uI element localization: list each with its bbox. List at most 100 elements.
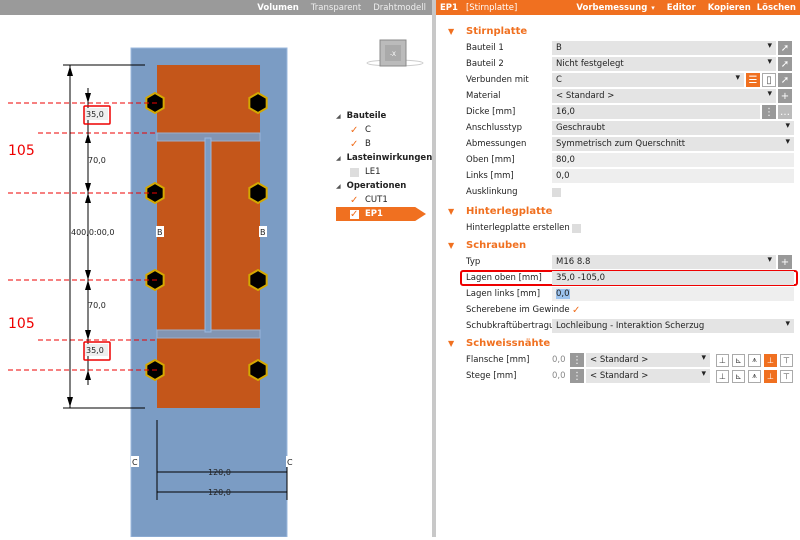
schub-select[interactable]: Lochleibung - Interaktion Scherzug xyxy=(552,319,794,333)
pick-cursor-icon[interactable]: ➚ xyxy=(778,41,792,55)
schraubentyp-select[interactable]: M16 8.8 xyxy=(552,255,776,269)
visibility-checkbox[interactable]: ✓ xyxy=(350,139,359,149)
flange-connect-icon[interactable]: ☰ xyxy=(746,73,760,87)
label-material: Material xyxy=(466,91,501,101)
flansche-select[interactable]: < Standard > xyxy=(586,353,710,367)
annotation-105-bottom: 105 xyxy=(8,316,35,332)
material-select[interactable]: < Standard > xyxy=(552,89,776,103)
more-icon[interactable]: … xyxy=(778,105,792,119)
tree-item[interactable]: LE1 xyxy=(336,165,426,179)
bolt[interactable] xyxy=(248,91,268,115)
expand-icon[interactable]: ◢ xyxy=(336,183,341,190)
pick-cursor-icon[interactable]: ➚ xyxy=(778,73,792,87)
ausklinkung-checkbox[interactable] xyxy=(552,187,561,197)
add-icon[interactable]: + xyxy=(778,89,792,103)
oben-input[interactable]: 80,0 xyxy=(552,153,794,167)
stepper-icon[interactable]: ⋮ xyxy=(762,105,776,119)
tree-item[interactable]: ✓ B xyxy=(336,137,426,151)
view-transparent[interactable]: Transparent xyxy=(311,3,361,13)
tree-group[interactable]: ◢ Bauteile xyxy=(336,109,426,123)
label-stege: Stege [mm] xyxy=(466,371,517,381)
view-cube-label: -X xyxy=(390,51,396,58)
flansche-size[interactable]: 0,0 xyxy=(552,355,570,365)
label-typ: Typ xyxy=(466,257,481,267)
web-connect-icon[interactable]: ▯ xyxy=(762,73,776,87)
pick-cursor-icon[interactable]: ➚ xyxy=(778,57,792,71)
expand-icon[interactable]: ◢ xyxy=(336,113,341,120)
collapse-icon[interactable]: ▼ xyxy=(436,27,466,36)
bolt[interactable] xyxy=(248,268,268,292)
verbunden-select[interactable]: C xyxy=(552,73,744,87)
weld-fillet-icon[interactable]: ⊥ xyxy=(716,369,729,383)
view-drahtmodell[interactable]: Drahtmodell xyxy=(373,3,426,13)
tree-group[interactable]: ◢ Operationen xyxy=(336,179,426,193)
collapse-icon[interactable]: ▼ xyxy=(436,207,466,216)
label-b-right: B xyxy=(260,228,266,237)
tree-item-label: EP1 xyxy=(365,209,383,219)
bolt[interactable] xyxy=(248,358,268,382)
view-cube[interactable]: -X xyxy=(366,39,424,67)
stepper-icon[interactable]: ⋮ xyxy=(570,369,584,383)
weld-none-icon[interactable]: ⊤ xyxy=(780,353,793,367)
collapse-icon[interactable]: ▼ xyxy=(436,339,466,348)
tree-item-label: LE1 xyxy=(365,167,381,177)
chevron-down-icon[interactable]: ▾ xyxy=(651,4,655,12)
stege-select[interactable]: < Standard > xyxy=(586,369,710,383)
bolt[interactable] xyxy=(248,181,268,205)
view-mode-bar: Volumen Transparent Drahtmodell xyxy=(0,0,432,15)
weld-single-icon[interactable]: ⊾ xyxy=(732,353,745,367)
visibility-checkbox[interactable]: ✓ xyxy=(350,195,359,205)
lagen-oben-input[interactable]: 35,0 -105,0 xyxy=(552,271,794,285)
hinterlegplatte-checkbox[interactable] xyxy=(572,223,581,233)
visibility-checkbox[interactable] xyxy=(350,167,359,177)
editor-button[interactable]: Editor xyxy=(667,3,696,13)
stege-size[interactable]: 0,0 xyxy=(552,371,570,381)
label-oben: Oben [mm] xyxy=(466,155,515,165)
label-c-right: C xyxy=(287,458,293,467)
expand-icon[interactable]: ◢ xyxy=(336,155,341,162)
tree-item[interactable]: ✓ EP1 xyxy=(336,207,426,221)
scherebene-checkbox[interactable]: ✓ xyxy=(572,305,581,315)
dicke-input[interactable]: 16,0 xyxy=(552,105,760,119)
tree-item[interactable]: ✓ C xyxy=(336,123,426,137)
stepper-icon[interactable]: ⋮ xyxy=(570,353,584,367)
3d-viewport[interactable]: 35,0 70,0 400,0:00,0 70,0 35,0 120,0 120… xyxy=(0,15,432,538)
visibility-checkbox[interactable]: ✓ xyxy=(350,125,359,135)
anschlusstyp-select[interactable]: Geschraubt xyxy=(552,121,794,135)
lagen-links-input[interactable]: 0,0 xyxy=(556,289,570,299)
beam-web xyxy=(204,137,212,333)
abmessungen-select[interactable]: Symmetrisch zum Querschnitt xyxy=(552,137,794,151)
vorbemessung-button[interactable]: Vorbemessung xyxy=(576,3,647,13)
tree-item[interactable]: ✓ CUT1 xyxy=(336,193,426,207)
bauteil1-select[interactable]: B xyxy=(552,41,776,55)
weld-full-icon[interactable]: ⊥ xyxy=(764,369,777,383)
tree-group[interactable]: ◢ Lasteinwirkungen xyxy=(336,151,432,165)
view-volumen[interactable]: Volumen xyxy=(257,3,299,13)
section-schrauben: Schrauben xyxy=(466,239,527,251)
loeschen-button[interactable]: Löschen xyxy=(757,3,796,13)
collapse-icon[interactable]: ▼ xyxy=(436,241,466,250)
add-icon[interactable]: + xyxy=(778,255,792,269)
properties-header: EP1 [Stirnplatte] Vorbemessung ▾ Editor K… xyxy=(436,0,800,15)
bauteil2-select[interactable]: Nicht festgelegt xyxy=(552,57,776,71)
tree-group-label: Bauteile xyxy=(346,111,387,121)
weld-full-icon[interactable]: ⊥ xyxy=(764,353,777,367)
label-b-left: B xyxy=(157,228,163,237)
section-stirnplatte: Stirnplatte xyxy=(466,25,528,37)
weld-double-icon[interactable]: ⩚ xyxy=(748,369,761,383)
visibility-checkbox[interactable]: ✓ xyxy=(350,209,359,219)
model-tree: ◢ Bauteile ✓ C ✓ B ◢ Lasteinwirkungen LE1 ◢ Operat… xyxy=(336,109,432,221)
weld-fillet-icon[interactable]: ⊥ xyxy=(716,353,729,367)
label-ausklinkung: Ausklinkung xyxy=(466,187,518,197)
dim-120-a: 120,0 xyxy=(208,468,231,477)
dim-120-b: 120,0 xyxy=(208,488,231,497)
dim-70-bottom: 70,0 xyxy=(88,301,106,310)
weld-none-icon[interactable]: ⊤ xyxy=(780,369,793,383)
dim-70-top: 70,0 xyxy=(88,156,106,165)
weld-double-icon[interactable]: ⩚ xyxy=(748,353,761,367)
annotation-105-top: 105 xyxy=(8,143,35,159)
weld-single-icon[interactable]: ⊾ xyxy=(732,369,745,383)
kopieren-button[interactable]: Kopieren xyxy=(708,3,751,13)
links-input[interactable]: 0,0 xyxy=(552,169,794,183)
label-links: Links [mm] xyxy=(466,171,514,181)
